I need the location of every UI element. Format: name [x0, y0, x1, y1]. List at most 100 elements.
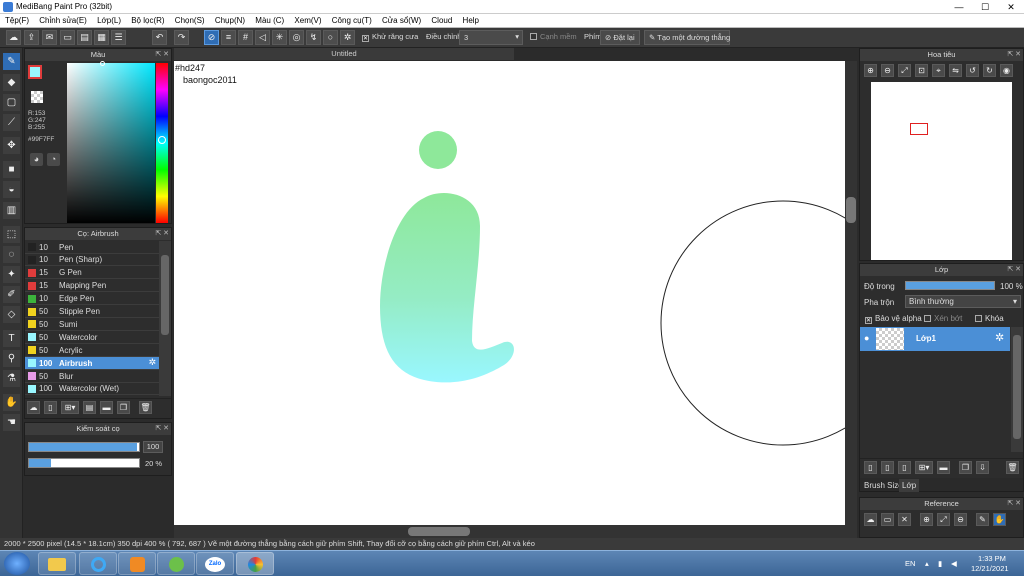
select-eraser-icon[interactable]: ◇: [3, 306, 20, 323]
scrollbar-thumb[interactable]: [846, 197, 856, 223]
grid-snap-icon[interactable]: #: [238, 30, 253, 45]
brush-item[interactable]: 50 Blur: [25, 370, 159, 383]
reference-fit-icon[interactable]: ⤢: [937, 513, 950, 526]
dot-tool-icon[interactable]: ▢: [3, 94, 20, 111]
correction-select[interactable]: 3 ▾: [459, 30, 523, 45]
palette-icon[interactable]: ◕: [30, 153, 43, 166]
divide-tool-icon[interactable]: ⚲: [3, 350, 20, 367]
tab-layer[interactable]: Lớp: [899, 479, 920, 492]
cloud-icon[interactable]: ☁: [6, 30, 21, 45]
actual-size-icon[interactable]: ⊡: [915, 64, 928, 77]
taskbar-ie[interactable]: [79, 552, 117, 575]
brush-item[interactable]: 100 Airbrush ✲: [25, 357, 159, 370]
taskbar-zalo[interactable]: Zalo: [196, 552, 234, 575]
text-tool-icon[interactable]: T: [3, 330, 20, 347]
fit-icon[interactable]: ⤢: [898, 64, 911, 77]
brush-item[interactable]: 10 Pen (Sharp): [25, 254, 159, 267]
menu-window[interactable]: Cửa sổ(W): [382, 14, 421, 25]
reference-hand-icon[interactable]: ✋: [993, 513, 1006, 526]
brush-item[interactable]: 15 Mapping Pen: [25, 280, 159, 293]
taskbar-medibang[interactable]: [236, 552, 274, 575]
close-button[interactable]: ✕: [998, 0, 1024, 14]
layer-folder-icon[interactable]: ▬: [937, 461, 950, 474]
brush-item[interactable]: 50 Acrylic: [25, 344, 159, 357]
straight-line-button[interactable]: ✎ Tạo một đường thẳng: [644, 30, 730, 45]
brush-list-scrollbar[interactable]: [159, 241, 171, 396]
panel-expand-icon[interactable]: ⇱ ✕: [155, 228, 169, 240]
brush-size-value[interactable]: 100: [143, 441, 163, 453]
antialias-checkbox[interactable]: Khử răng cưa: [362, 32, 418, 42]
hand-tool-icon[interactable]: ☚: [3, 414, 20, 431]
gradient-tool-icon[interactable]: ▥: [3, 202, 20, 219]
zoom-in-icon[interactable]: ⊕: [864, 64, 877, 77]
brush-item[interactable]: 10 Edge Pen: [25, 293, 159, 306]
visibility-eye-icon[interactable]: ●: [864, 333, 869, 343]
taskbar-app[interactable]: [157, 552, 195, 575]
close-reference-icon[interactable]: ✕: [898, 513, 911, 526]
brush-folder-icon[interactable]: ▬: [100, 401, 113, 414]
scrollbar-thumb[interactable]: [1013, 335, 1021, 439]
brush-item[interactable]: 100 Watercolor (Wet): [25, 383, 159, 396]
tab-brush-size[interactable]: Brush Size: [864, 481, 903, 490]
cloud-brush-icon[interactable]: ☁: [27, 401, 40, 414]
menu-color[interactable]: Màu (C): [255, 14, 284, 25]
eyedropper-icon[interactable]: ⚗: [3, 370, 20, 387]
brush-item[interactable]: 50 Watercolor: [25, 331, 159, 344]
brush-item[interactable]: 50 Stipple Pen: [25, 306, 159, 318]
menu-cloud[interactable]: Cloud: [431, 14, 452, 25]
flip-icon[interactable]: ⇋: [949, 64, 962, 77]
parallel-snap-icon[interactable]: ≡: [221, 30, 236, 45]
lock-checkbox[interactable]: Khóa: [975, 314, 1004, 323]
trash-icon[interactable]: 🗑: [139, 401, 152, 414]
maximize-button[interactable]: ☐: [972, 0, 998, 14]
foreground-color-swatch[interactable]: [28, 65, 42, 79]
menu-file[interactable]: Tệp(F): [5, 14, 29, 25]
volume-icon[interactable]: ◀: [951, 559, 957, 568]
brush-properties-icon[interactable]: ▤: [83, 401, 96, 414]
radial-snap-icon[interactable]: ✳: [272, 30, 287, 45]
shape-fill-icon[interactable]: ■: [3, 161, 20, 178]
clipping-checkbox[interactable]: Xén bớt: [924, 314, 962, 323]
bucket-tool-icon[interactable]: ◒: [3, 181, 20, 198]
canvas-horizontal-scrollbar[interactable]: [174, 525, 845, 538]
delete-layer-icon[interactable]: 🗑: [1006, 461, 1019, 474]
soft-edge-checkbox[interactable]: Cạnh mềm: [530, 32, 577, 41]
perspective-snap-icon[interactable]: ◁: [255, 30, 270, 45]
eraser-tool-icon[interactable]: ◆: [3, 74, 20, 91]
document-tab[interactable]: Untitled: [174, 48, 514, 60]
layer-list-scrollbar[interactable]: [1011, 327, 1023, 452]
saturation-value-picker[interactable]: [67, 63, 155, 223]
menu-snap[interactable]: Chụp(N): [215, 14, 245, 25]
new-layer-icon[interactable]: ▯: [864, 461, 877, 474]
settings-snap-icon[interactable]: ✲: [340, 30, 355, 45]
export-icon[interactable]: ⇪: [24, 30, 39, 45]
duplicate-layer-icon[interactable]: ❐: [959, 461, 972, 474]
merge-down-icon[interactable]: ⇩: [976, 461, 989, 474]
new-halftone-layer-icon[interactable]: ▯: [881, 461, 894, 474]
panel-icon[interactable]: ▤: [77, 30, 92, 45]
tray-arrow-icon[interactable]: ▴: [925, 559, 929, 568]
protect-alpha-checkbox[interactable]: Bảo vệ alpha: [865, 314, 922, 324]
navigator-preview[interactable]: [871, 82, 1012, 260]
reference-zoom-out-icon[interactable]: ⊖: [954, 513, 967, 526]
new-8bit-layer-icon[interactable]: ▯: [898, 461, 911, 474]
menu-edit[interactable]: Chỉnh sửa(E): [39, 14, 87, 25]
add-layer-menu-icon[interactable]: ⊞▾: [915, 461, 933, 474]
reset-view-icon[interactable]: ◉: [1000, 64, 1013, 77]
hue-slider-knob[interactable]: [158, 136, 166, 144]
brush-item[interactable]: 50 Sumi: [25, 318, 159, 331]
menu-tools[interactable]: Công cụ(T): [332, 14, 372, 25]
language-indicator[interactable]: EN: [905, 559, 915, 568]
brush-item[interactable]: 15 G Pen: [25, 267, 159, 280]
grid-panel-icon[interactable]: ▦: [94, 30, 109, 45]
clock-time[interactable]: 1:33 PM: [978, 554, 1006, 563]
blend-mode-select[interactable]: Bình thường ▾: [905, 295, 1021, 308]
new-brush-icon[interactable]: ▯: [44, 401, 57, 414]
snap-off-icon[interactable]: ⊘: [204, 30, 219, 45]
network-icon[interactable]: ▮: [938, 559, 942, 568]
start-button[interactable]: [4, 552, 30, 575]
menu-select[interactable]: Chọn(S): [175, 14, 205, 25]
canvas[interactable]: #hd247 baongoc2011: [174, 61, 845, 538]
color-picker-cursor[interactable]: [100, 61, 105, 66]
scrollbar-thumb[interactable]: [161, 255, 169, 335]
